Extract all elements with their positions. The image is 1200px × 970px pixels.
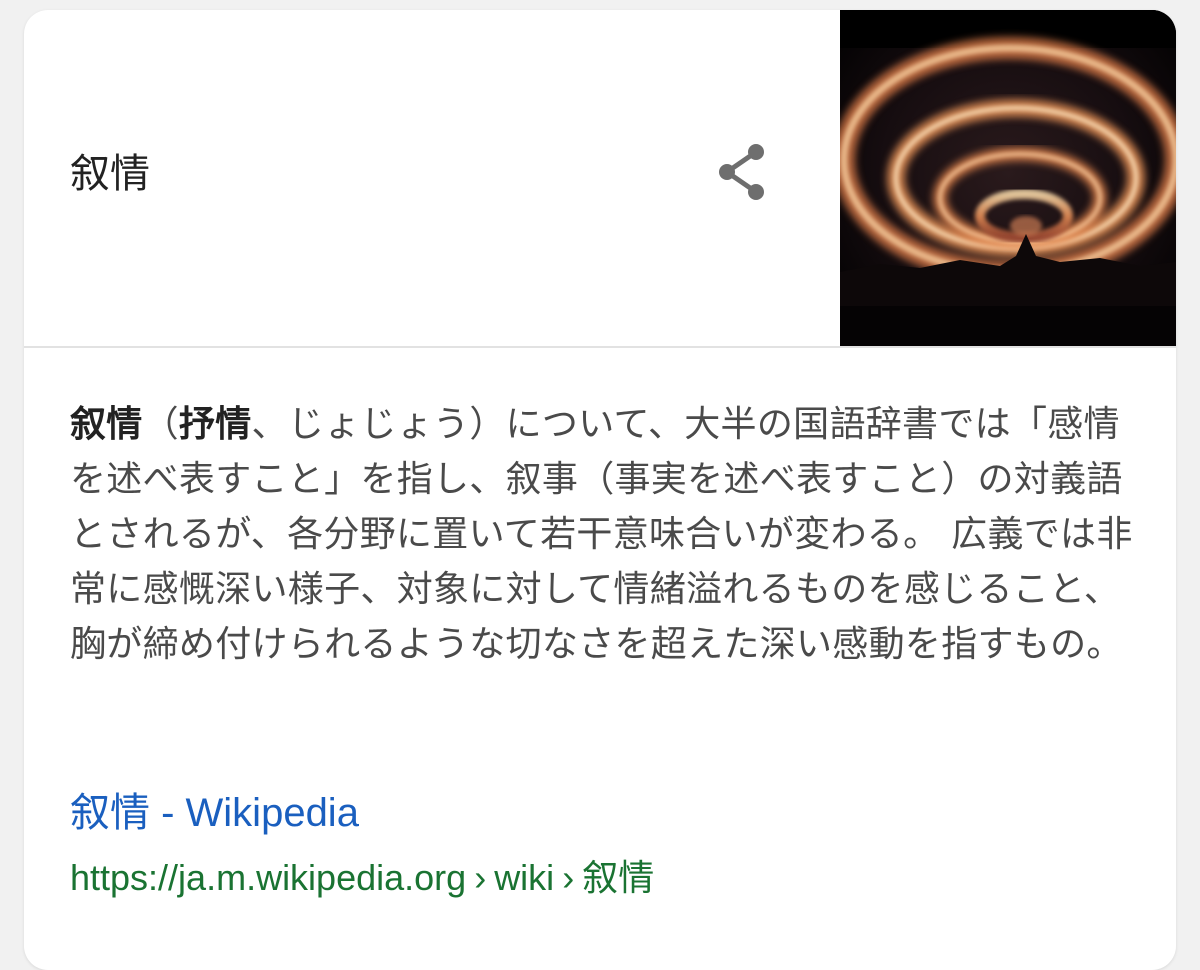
- panel-title: 叙情: [70, 151, 150, 197]
- knowledge-panel-card: 叙情 叙情（抒情、じょじょう）について、大半の国語辞書では「感情を述べ表すこと」…: [24, 10, 1176, 970]
- url-host: https://ja.m.wikipedia.org: [70, 857, 467, 898]
- url-path-article: 叙情: [582, 857, 655, 898]
- breadcrumb-separator: ›: [562, 857, 575, 898]
- panel-description: 叙情（抒情、じょじょう）について、大半の国語辞書では「感情を述べ表すこと」を指し…: [70, 397, 1140, 672]
- share-button[interactable]: [712, 140, 772, 204]
- share-icon: [719, 144, 764, 200]
- panel-image[interactable]: [840, 10, 1176, 346]
- paren-open: （: [142, 404, 179, 445]
- breadcrumb-separator: ›: [474, 857, 487, 898]
- term-bold: 叙情: [70, 404, 143, 445]
- source-url: https://ja.m.wikipedia.org › wiki › 叙情: [70, 854, 654, 902]
- panel-header: 叙情: [24, 10, 1176, 348]
- alt-term-bold: 抒情: [178, 404, 252, 445]
- url-path-wiki: wiki: [494, 857, 555, 898]
- wikipedia-link[interactable]: 叙情 - Wikipedia: [70, 788, 359, 838]
- aurora-spiral-image: [840, 10, 1176, 346]
